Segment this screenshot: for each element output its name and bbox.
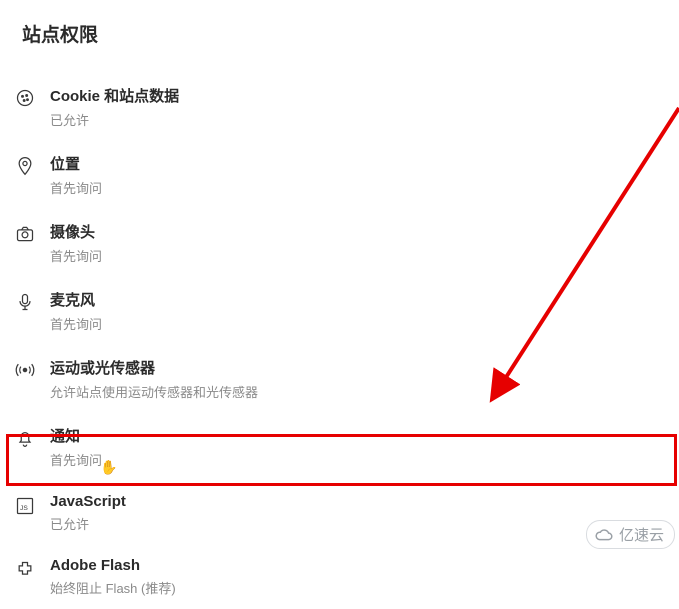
location-icon [14, 155, 36, 177]
perm-status: 首先询问 [50, 450, 657, 469]
perm-status: 始终阻止 Flash (推荐) [50, 578, 657, 597]
perm-label: 位置 [50, 153, 657, 174]
camera-icon [14, 223, 36, 245]
perm-label: 麦克风 [50, 289, 657, 310]
watermark-text: 亿速云 [619, 524, 664, 545]
cookie-icon [14, 87, 36, 109]
sensor-icon [14, 359, 36, 381]
page-title: 站点权限 [0, 20, 679, 47]
perm-label: 摄像头 [50, 221, 657, 242]
perm-label: Adobe Flash [50, 557, 657, 574]
extension-icon [14, 559, 36, 581]
perm-row-flash[interactable]: Adobe Flash 始终阻止 Flash (推荐) [0, 545, 679, 609]
perm-label: 运动或光传感器 [50, 357, 657, 378]
microphone-icon [14, 291, 36, 313]
perm-label: 通知 [50, 425, 657, 446]
watermark: 亿速云 [586, 520, 675, 549]
perm-row-cookies[interactable]: Cookie 和站点数据 已允许 [0, 73, 679, 141]
perm-status: 首先询问 [50, 314, 657, 333]
bell-icon [14, 427, 36, 449]
perm-row-camera[interactable]: 摄像头 首先询问 [0, 209, 679, 277]
perm-row-notify[interactable]: 通知 首先询问 [0, 413, 679, 481]
perm-status: 已允许 [50, 110, 657, 129]
perm-row-location[interactable]: 位置 首先询问 [0, 141, 679, 209]
svg-text:JS: JS [20, 505, 28, 512]
perm-row-microphone[interactable]: 麦克风 首先询问 [0, 277, 679, 345]
javascript-icon: JS [14, 495, 36, 517]
perm-label: JavaScript [50, 493, 657, 510]
perm-row-motion[interactable]: 运动或光传感器 允许站点使用运动传感器和光传感器 [0, 345, 679, 413]
perm-status: 首先询问 [50, 178, 657, 197]
perm-label: Cookie 和站点数据 [50, 85, 657, 106]
perm-row-javascript[interactable]: JS JavaScript 已允许 [0, 481, 679, 545]
perm-status: 首先询问 [50, 246, 657, 265]
perm-status: 允许站点使用运动传感器和光传感器 [50, 382, 657, 401]
perm-status: 已允许 [50, 514, 657, 533]
